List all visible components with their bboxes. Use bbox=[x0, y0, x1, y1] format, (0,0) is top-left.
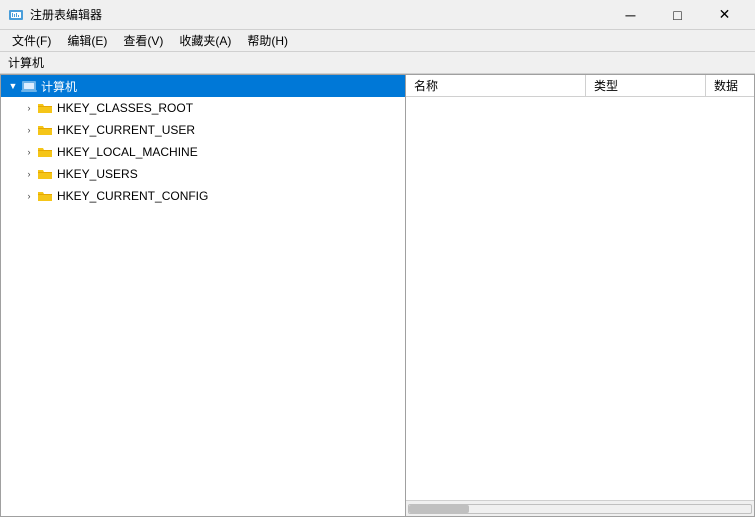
right-panel-header: 名称 类型 数据 bbox=[406, 75, 754, 97]
folder-local-machine-icon bbox=[37, 145, 53, 159]
tree-item-classes-root[interactable]: › HKEY_CLASSES_ROOT bbox=[1, 97, 405, 119]
computer-folder-icon bbox=[21, 79, 37, 93]
window-title: 注册表编辑器 bbox=[30, 6, 102, 23]
tree-root-computer[interactable]: ▼ 计算机 bbox=[1, 75, 405, 97]
minimize-button[interactable]: ─ bbox=[608, 0, 653, 30]
folder-current-user-icon bbox=[37, 123, 53, 137]
menu-view[interactable]: 查看(V) bbox=[115, 30, 171, 51]
tree-label-current-config: HKEY_CURRENT_CONFIG bbox=[57, 189, 208, 203]
expand-local-machine-icon: › bbox=[21, 144, 37, 160]
right-panel: 名称 类型 数据 bbox=[406, 75, 754, 516]
tree-item-current-config[interactable]: › HKEY_CURRENT_CONFIG bbox=[1, 185, 405, 207]
menu-bar: 文件(F) 编辑(E) 查看(V) 收藏夹(A) 帮助(H) bbox=[0, 30, 755, 52]
tree-label-users: HKEY_USERS bbox=[57, 167, 138, 181]
maximize-button[interactable]: □ bbox=[655, 0, 700, 30]
tree-label-local-machine: HKEY_LOCAL_MACHINE bbox=[57, 145, 198, 159]
menu-help[interactable]: 帮助(H) bbox=[239, 30, 296, 51]
main-content: ▼ 计算机 › HKEY_CLASSES_ROOT bbox=[0, 74, 755, 517]
regedit-icon bbox=[8, 7, 24, 23]
folder-users-icon bbox=[37, 167, 53, 181]
col-header-name: 名称 bbox=[406, 75, 586, 96]
breadcrumb-text: 计算机 bbox=[8, 54, 44, 71]
expand-current-user-icon: › bbox=[21, 122, 37, 138]
tree-label-current-user: HKEY_CURRENT_USER bbox=[57, 123, 195, 137]
expand-classes-root-icon: › bbox=[21, 100, 37, 116]
menu-file[interactable]: 文件(F) bbox=[4, 30, 59, 51]
scrollbar-thumb[interactable] bbox=[409, 505, 469, 513]
tree-panel[interactable]: ▼ 计算机 › HKEY_CLASSES_ROOT bbox=[1, 75, 406, 516]
folder-current-config-icon bbox=[37, 189, 53, 203]
right-scrollbar[interactable] bbox=[406, 500, 754, 516]
tree-root-label: 计算机 bbox=[41, 78, 77, 95]
tree-item-current-user[interactable]: › HKEY_CURRENT_USER bbox=[1, 119, 405, 141]
close-button[interactable]: ✕ bbox=[702, 0, 747, 30]
right-panel-body bbox=[406, 97, 754, 500]
tree-item-users[interactable]: › HKEY_USERS bbox=[1, 163, 405, 185]
expand-computer-icon: ▼ bbox=[5, 78, 21, 94]
col-header-data: 数据 bbox=[706, 75, 754, 96]
tree-label-classes-root: HKEY_CLASSES_ROOT bbox=[57, 101, 193, 115]
title-bar-controls: ─ □ ✕ bbox=[608, 0, 747, 30]
scrollbar-track[interactable] bbox=[408, 504, 752, 514]
menu-edit[interactable]: 编辑(E) bbox=[59, 30, 115, 51]
tree-item-local-machine[interactable]: › HKEY_LOCAL_MACHINE bbox=[1, 141, 405, 163]
expand-users-icon: › bbox=[21, 166, 37, 182]
breadcrumb: 计算机 bbox=[0, 52, 755, 74]
expand-current-config-icon: › bbox=[21, 188, 37, 204]
title-bar: 注册表编辑器 ─ □ ✕ bbox=[0, 0, 755, 30]
col-header-type: 类型 bbox=[586, 75, 706, 96]
title-bar-left: 注册表编辑器 bbox=[8, 6, 102, 23]
menu-favorites[interactable]: 收藏夹(A) bbox=[171, 30, 239, 51]
folder-classes-root-icon bbox=[37, 101, 53, 115]
